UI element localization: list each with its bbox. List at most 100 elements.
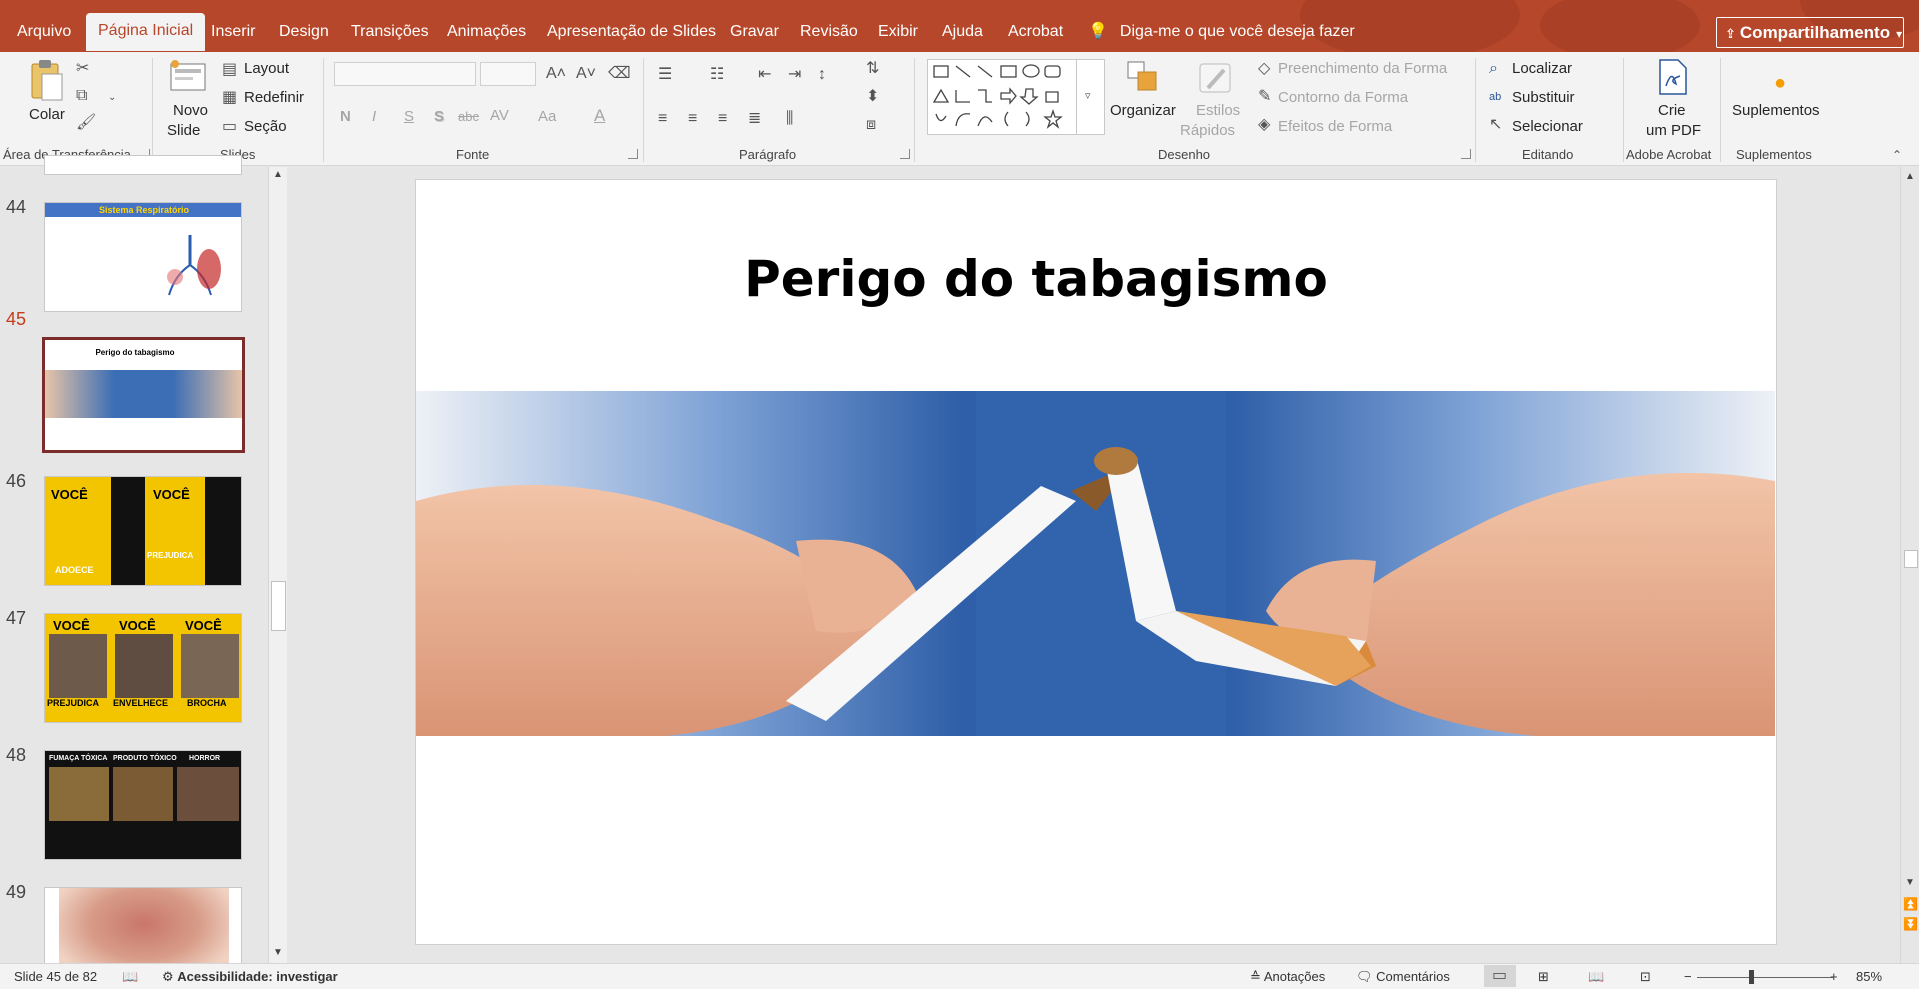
previous-slide-icon[interactable]: ⏫: [1903, 897, 1918, 911]
divider: [1475, 58, 1476, 162]
line-spacing-icon[interactable]: ↕: [818, 66, 826, 84]
align-right-icon[interactable]: ≡: [718, 110, 727, 128]
italic-button[interactable]: I: [372, 108, 376, 125]
zoom-level[interactable]: 85%: [1856, 969, 1882, 984]
font-color-button[interactable]: A: [594, 106, 605, 126]
slideshow-icon[interactable]: ⊡: [1640, 969, 1651, 985]
columns-icon[interactable]: ⫼: [786, 110, 793, 128]
accessibility-button[interactable]: ⚙ Acessibilidade: investigar: [162, 969, 338, 985]
layout-button[interactable]: Layout: [244, 60, 289, 77]
shape-outline-icon: ✎: [1258, 88, 1272, 105]
shrink-font-icon[interactable]: A˅: [576, 65, 596, 83]
dialog-launcher-icon[interactable]: [628, 149, 638, 159]
justify-icon[interactable]: ≣: [748, 110, 761, 128]
slide-thumbnail[interactable]: [44, 155, 242, 175]
slide-thumbnail-45[interactable]: Perigo do tabagismo: [42, 337, 245, 453]
font-size-combo[interactable]: [480, 62, 536, 86]
slide-thumbnail-48[interactable]: FUMAÇA TÓXICA PRODUTO TÓXICO HORROR: [44, 750, 242, 860]
tab-ajuda[interactable]: Ajuda: [940, 14, 985, 52]
quick-styles-icon: [1199, 63, 1231, 93]
slide-title[interactable]: Perigo do tabagismo: [416, 250, 1656, 308]
tab-acrobat[interactable]: Acrobat: [1006, 14, 1065, 52]
collapse-ribbon-icon[interactable]: ⌃: [1892, 146, 1902, 164]
chevron-down-icon[interactable]: ⌄: [108, 89, 116, 107]
addins-button[interactable]: ● Suplementos: [1730, 58, 1830, 144]
strikethrough-button[interactable]: abc: [458, 109, 479, 124]
slide-canvas[interactable]: Perigo do tabagismo: [415, 179, 1777, 945]
comments-button[interactable]: 🗨 Comentários: [1356, 969, 1450, 985]
grow-font-icon[interactable]: A˄: [546, 65, 566, 83]
scroll-down-icon[interactable]: ▼: [1903, 877, 1917, 888]
create-pdf-button[interactable]: Crie um PDF: [1642, 58, 1702, 144]
reset-button[interactable]: Redefinir: [244, 89, 304, 106]
shape-fill-button[interactable]: Preenchimento da Forma: [1278, 60, 1447, 77]
arrange-button[interactable]: Organizar: [1110, 58, 1178, 138]
align-left-icon[interactable]: ≡: [658, 110, 667, 128]
notes-button[interactable]: ≙ Anotações: [1250, 969, 1325, 985]
text-direction-icon[interactable]: ⇅: [866, 60, 879, 78]
smartart-icon[interactable]: ⧈: [866, 116, 876, 134]
section-button[interactable]: Seção: [244, 118, 287, 135]
slide-number: 48: [6, 745, 27, 765]
tab-animacoes[interactable]: Animações: [445, 14, 528, 52]
decrease-indent-icon[interactable]: ⇤: [758, 66, 771, 84]
find-button[interactable]: Localizar: [1512, 60, 1572, 77]
align-center-icon[interactable]: ≡: [688, 110, 697, 128]
broken-cigarette-photo[interactable]: [416, 391, 1775, 736]
font-name-combo[interactable]: [334, 62, 476, 86]
slide-scrollbar[interactable]: ▲ ▼ ⏫ ⏬: [1900, 167, 1919, 963]
change-case-button[interactable]: Aa: [538, 108, 556, 125]
underline-button[interactable]: S: [404, 108, 414, 125]
gallery-more-button[interactable]: ▿: [1076, 59, 1105, 135]
scrollbar-thumb[interactable]: [271, 581, 286, 631]
spell-check-icon[interactable]: 📖: [122, 969, 138, 985]
tab-inserir[interactable]: Inserir: [209, 14, 257, 52]
tab-gravar[interactable]: Gravar: [728, 14, 781, 52]
dialog-launcher-icon[interactable]: [900, 149, 910, 159]
scrollbar-thumb[interactable]: [1904, 550, 1918, 568]
bold-button[interactable]: N: [340, 108, 351, 125]
thumbnail-scrollbar[interactable]: ▲ ▼: [268, 167, 287, 963]
reading-view-icon[interactable]: 📖: [1588, 969, 1604, 985]
slide-thumbnail-47[interactable]: VOCÊ VOCÊ VOCÊ PREJUDICA ENVELHECE BROCH…: [44, 613, 242, 723]
zoom-slider[interactable]: [1697, 977, 1833, 978]
tab-exibir[interactable]: Exibir: [876, 14, 920, 52]
char-spacing-button[interactable]: AV: [490, 107, 509, 124]
next-slide-icon[interactable]: ⏬: [1903, 917, 1918, 931]
bullets-icon[interactable]: ☰: [658, 66, 672, 84]
slide-sorter-icon[interactable]: ⊞: [1538, 969, 1549, 985]
quick-styles-button[interactable]: Estilos Rápidos: [1180, 58, 1248, 144]
tab-pagina-inicial[interactable]: Página Inicial: [86, 13, 206, 51]
zoom-slider-thumb[interactable]: [1749, 970, 1754, 984]
select-button[interactable]: Selecionar: [1512, 118, 1583, 135]
scroll-down-icon[interactable]: ▼: [271, 947, 285, 958]
clear-format-icon[interactable]: ⌫: [608, 65, 631, 83]
shape-effects-button[interactable]: Efeitos de Forma: [1278, 118, 1392, 135]
zoom-out-icon[interactable]: −: [1684, 969, 1692, 984]
tab-apresentacao[interactable]: Apresentação de Slides: [545, 14, 718, 52]
normal-view-button[interactable]: ▭: [1484, 965, 1516, 987]
shadow-button[interactable]: S: [434, 108, 444, 125]
dialog-launcher-icon[interactable]: [1461, 149, 1471, 159]
tab-design[interactable]: Design: [277, 14, 331, 52]
numbering-icon[interactable]: ☷: [710, 66, 724, 84]
tell-me-search[interactable]: 💡 Diga-me o que você deseja fazer: [1088, 14, 1355, 50]
format-painter-icon[interactable]: 🖌: [76, 114, 96, 132]
cut-icon[interactable]: ✂: [76, 60, 89, 78]
align-text-icon[interactable]: ⬍: [866, 88, 879, 106]
zoom-in-icon[interactable]: +: [1830, 969, 1838, 984]
tab-revisao[interactable]: Revisão: [798, 14, 860, 52]
increase-indent-icon[interactable]: ⇥: [788, 66, 801, 84]
scroll-up-icon[interactable]: ▲: [1903, 171, 1917, 182]
paste-button[interactable]: Colar: [26, 58, 66, 132]
tab-arquivo[interactable]: Arquivo: [15, 14, 73, 52]
slide-thumbnail-44[interactable]: Sistema Respiratório: [44, 202, 242, 312]
slide-thumbnail-46[interactable]: VOCÊ ADOECE VOCÊ PREJUDICA: [44, 476, 242, 586]
share-button[interactable]: ⇪ Compartilhamento ▾: [1716, 17, 1904, 48]
shape-outline-button[interactable]: Contorno da Forma: [1278, 89, 1408, 106]
scroll-up-icon[interactable]: ▲: [271, 169, 285, 180]
replace-button[interactable]: Substituir: [1512, 89, 1575, 106]
tab-transicoes[interactable]: Transições: [349, 14, 431, 52]
new-slide-button[interactable]: Novo Slide: [167, 58, 217, 146]
copy-icon[interactable]: ⧉: [76, 87, 87, 105]
